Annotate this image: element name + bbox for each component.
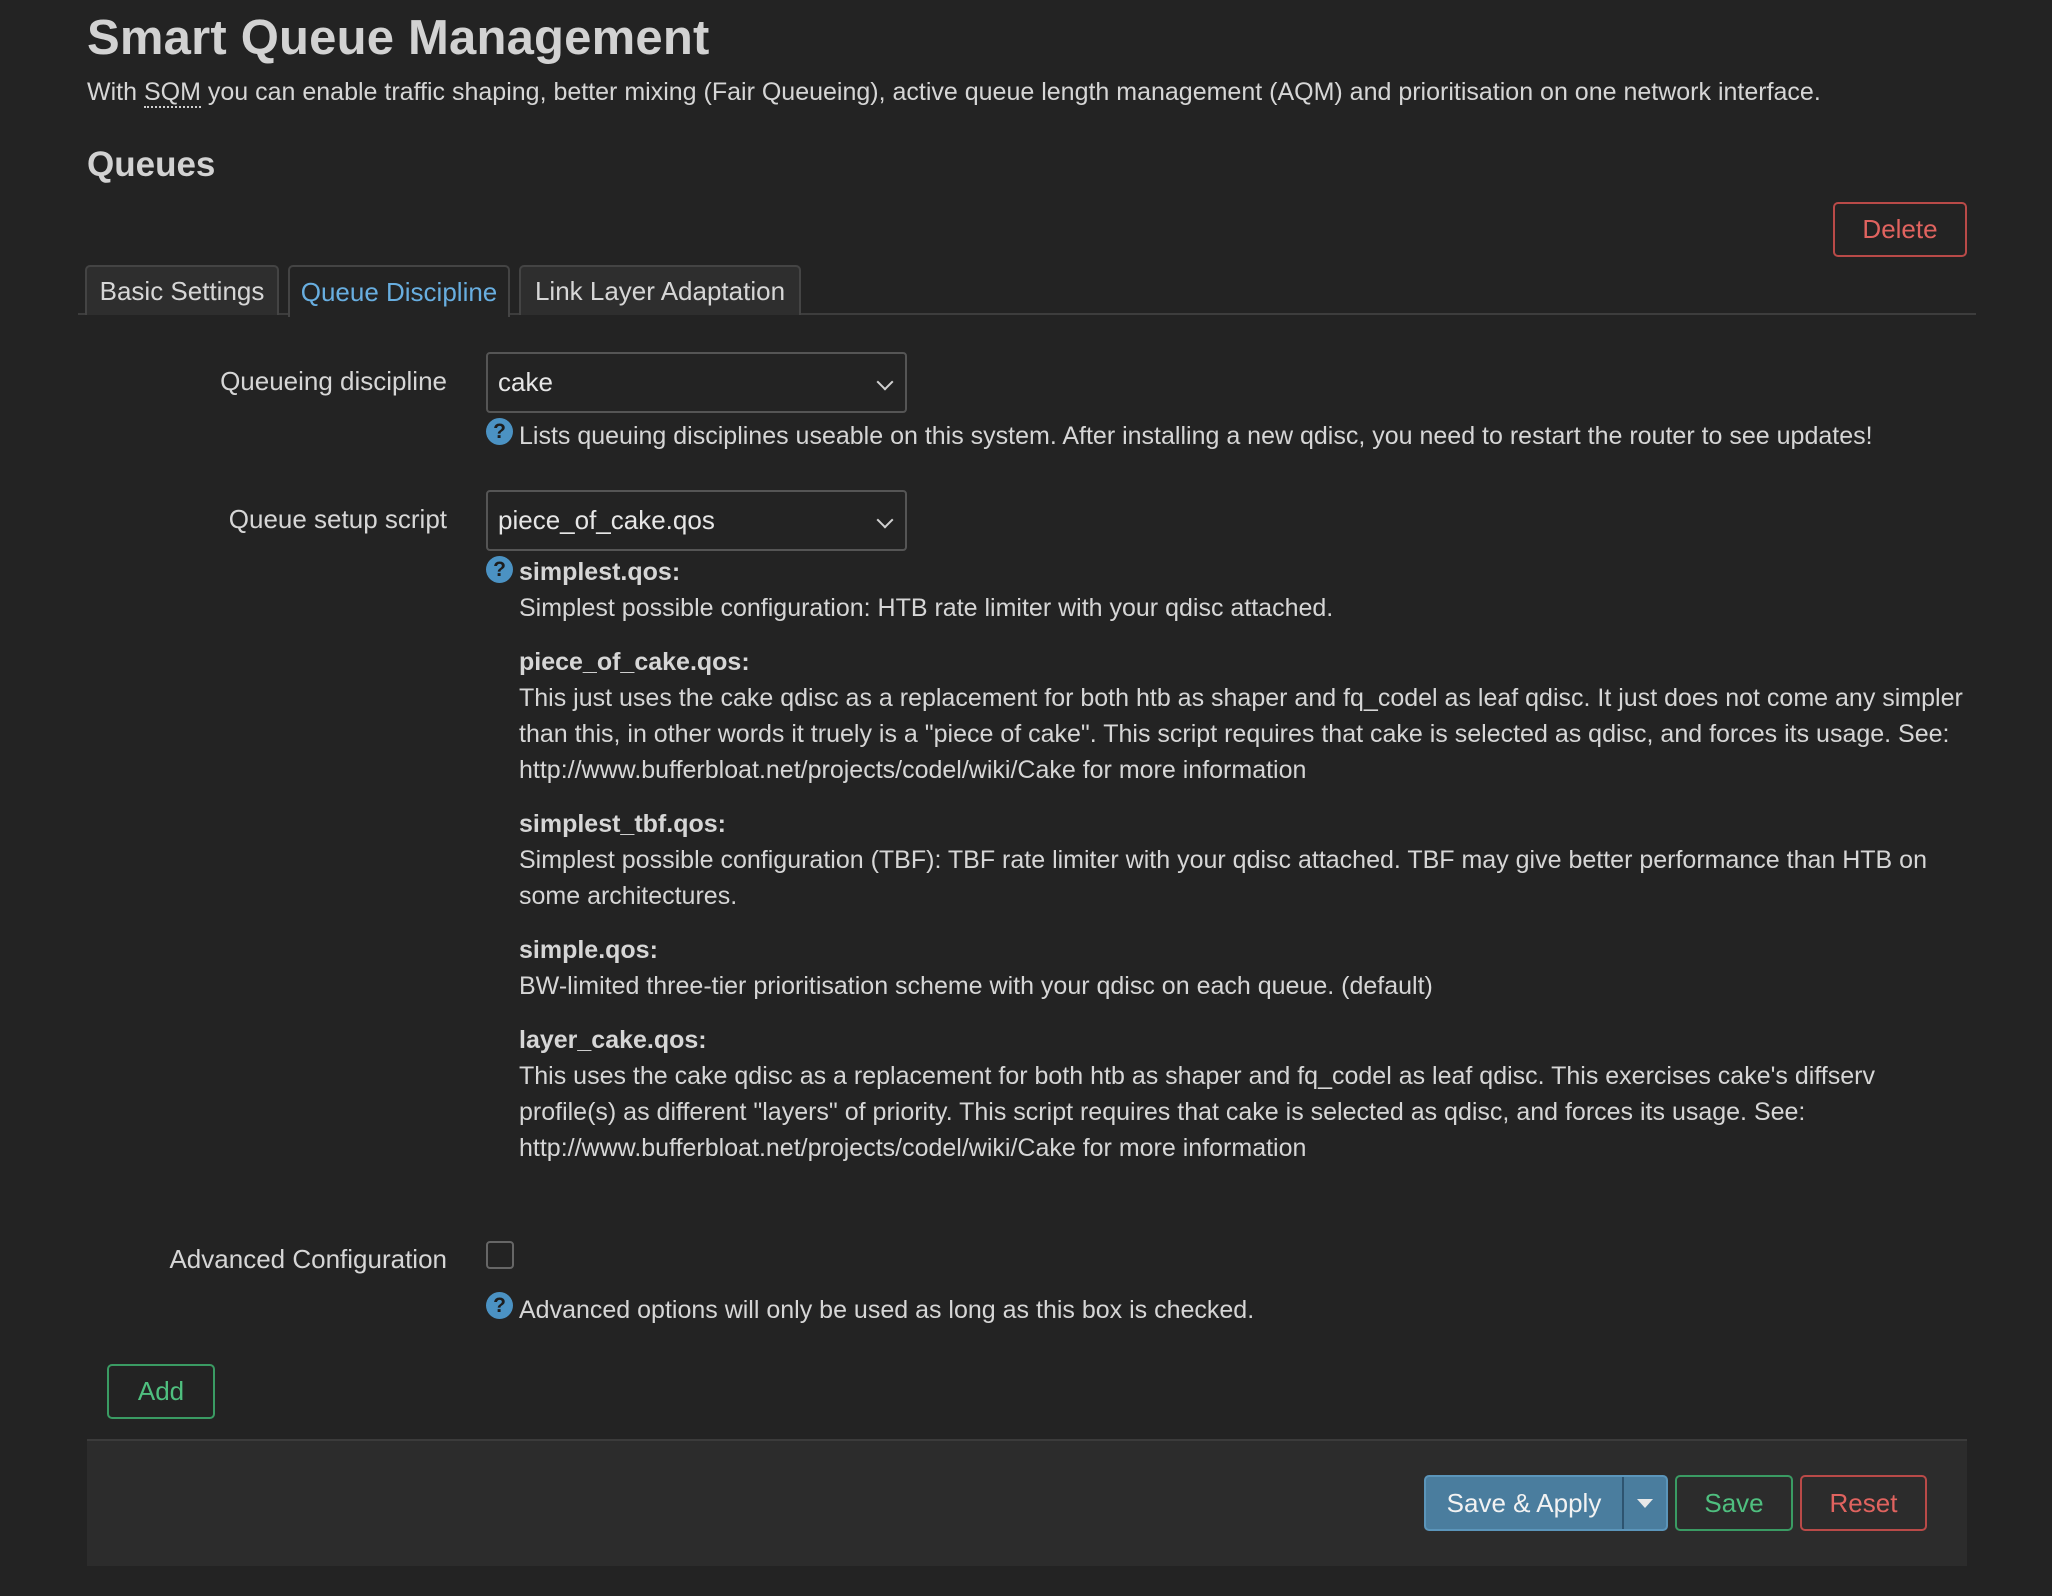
script-help-list: simplest.qos: Simplest possible configur… [519, 554, 1969, 1184]
script-description: Simplest possible configuration: HTB rat… [519, 594, 1334, 622]
page: Smart Queue Management With SQM you can … [0, 0, 2052, 1596]
tab-basic-settings[interactable]: Basic Settings [85, 265, 279, 315]
list-item: simplest_tbf.qos: Simplest possible conf… [519, 806, 1969, 914]
tab-queue-discipline[interactable]: Queue Discipline [288, 265, 510, 317]
chevron-down-icon [876, 511, 894, 529]
advanced-help-text: Advanced options will only be used as lo… [519, 1296, 1255, 1324]
script-description: This just uses the cake qdisc as a repla… [519, 684, 1963, 784]
tab-link-layer-adaptation[interactable]: Link Layer Adaptation [519, 265, 801, 315]
list-item: piece_of_cake.qos: This just uses the ca… [519, 644, 1969, 788]
script-select[interactable]: piece_of_cake.qos [486, 490, 907, 551]
save-apply-dropdown-toggle[interactable] [1622, 1477, 1666, 1529]
qdisc-select[interactable]: cake [486, 352, 907, 413]
script-name: simple.qos: [519, 936, 658, 964]
script-label: Queue setup script [228, 504, 447, 534]
help-icon: ? [486, 418, 513, 445]
list-item: layer_cake.qos: This uses the cake qdisc… [519, 1022, 1969, 1166]
script-name: simplest_tbf.qos: [519, 810, 726, 838]
sqm-abbr: SQM [143, 78, 201, 108]
qdisc-select-value: cake [498, 367, 553, 397]
script-name: simplest.qos: [519, 558, 681, 586]
help-icon: ? [486, 556, 513, 583]
advanced-label: Advanced Configuration [169, 1244, 447, 1274]
qdisc-help-text: Lists queuing disciplines useable on thi… [519, 422, 1873, 450]
save-button[interactable]: Save [1675, 1475, 1793, 1531]
tab-bar: Basic Settings Queue Discipline Link Lay… [78, 265, 1976, 317]
reset-button[interactable]: Reset [1800, 1475, 1927, 1531]
save-apply-label: Save & Apply [1446, 1487, 1602, 1518]
caret-down-icon [1637, 1498, 1653, 1508]
delete-button[interactable]: Delete [1833, 202, 1967, 257]
save-apply-button[interactable]: Save & Apply [1424, 1475, 1668, 1531]
qdisc-label: Queueing discipline [220, 366, 447, 396]
script-description: Simplest possible configuration (TBF): T… [519, 846, 1927, 910]
description-suffix: you can enable traffic shaping, better m… [200, 78, 1821, 106]
script-description: BW-limited three-tier prioritisation sch… [519, 972, 1433, 1000]
script-description: This uses the cake qdisc as a replacemen… [519, 1062, 1875, 1162]
add-button[interactable]: Add [107, 1364, 215, 1419]
chevron-down-icon [876, 373, 894, 391]
script-select-value: piece_of_cake.qos [498, 505, 715, 535]
list-item: simple.qos: BW-limited three-tier priori… [519, 932, 1969, 1004]
page-description: With SQM you can enable traffic shaping,… [87, 78, 1821, 108]
list-item: simplest.qos: Simplest possible configur… [519, 554, 1969, 626]
help-icon: ? [486, 1292, 513, 1319]
script-name: layer_cake.qos: [519, 1026, 707, 1054]
advanced-checkbox[interactable] [486, 1241, 514, 1269]
section-title: Queues [87, 145, 216, 184]
page-title: Smart Queue Management [87, 11, 710, 65]
description-prefix: With [87, 78, 144, 106]
script-name: piece_of_cake.qos: [519, 648, 750, 676]
